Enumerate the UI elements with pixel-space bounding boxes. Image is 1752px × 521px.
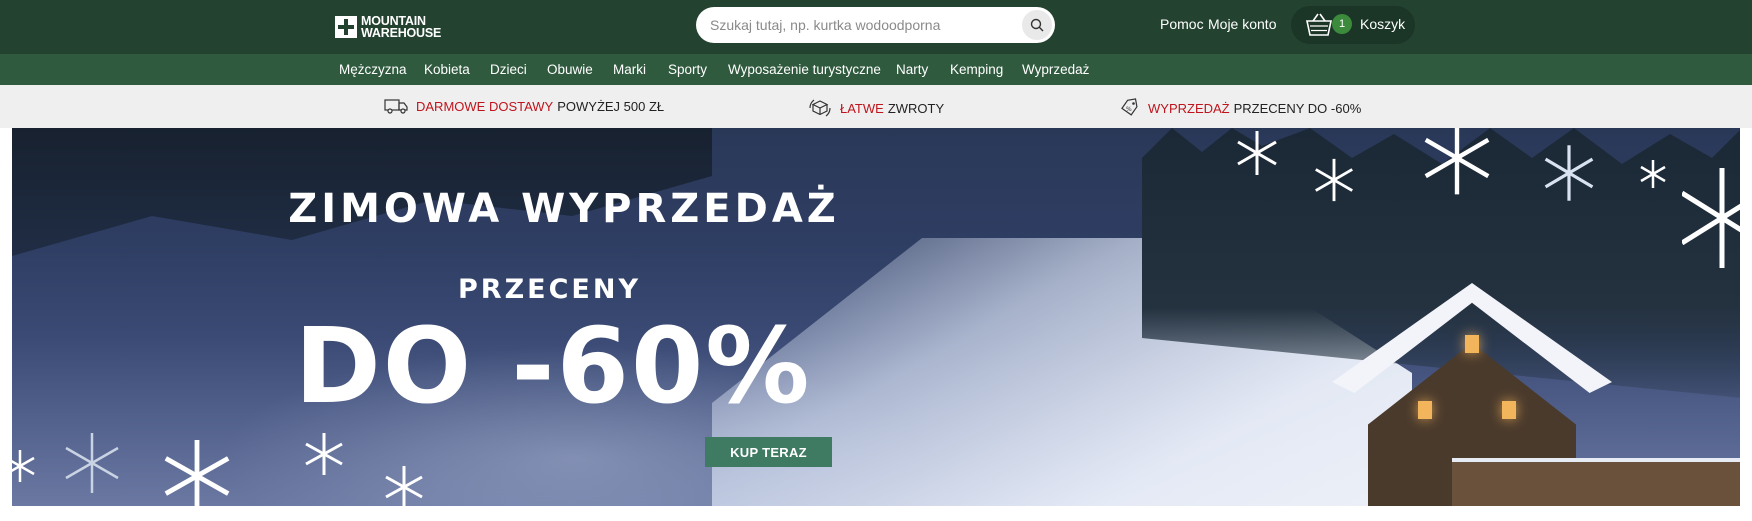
- benefit-text: PRZECENY DO -60%: [1233, 100, 1362, 116]
- snowflake-icon: [12, 450, 35, 482]
- snowflake-icon: [1682, 168, 1740, 268]
- benefit-sale[interactable]: % WYPRZEDAŻ PRZECENY DO -60%: [1120, 98, 1361, 118]
- cart-label: Koszyk: [1360, 16, 1406, 32]
- main-navigation: Mężczyzna Kobieta Dzieci Obuwie Marki Sp…: [0, 54, 1752, 85]
- sale-tag-icon: %: [1121, 98, 1138, 116]
- cabin-window: [1502, 401, 1516, 419]
- snowflake-icon: [1544, 145, 1594, 201]
- benefit-highlight: DARMOWE DOSTAWY: [416, 98, 554, 114]
- truck-icon: [384, 99, 408, 114]
- snowflake-icon: [305, 433, 343, 475]
- hero-banner[interactable]: ZIMOWA WYPRZEDAŻ PRZECENY DO -60% KUP TE…: [12, 128, 1740, 506]
- search-button[interactable]: [1022, 10, 1052, 40]
- mountain-warehouse-logo[interactable]: MOUNTAIN WAREHOUSE: [335, 14, 441, 40]
- svg-text:%: %: [1126, 106, 1132, 113]
- help-link[interactable]: Pomoc: [1160, 16, 1204, 32]
- box-return-icon: [809, 99, 831, 117]
- top-header: MOUNTAIN WAREHOUSE Pomoc Moje konto 1 Ko…: [0, 0, 1752, 54]
- cabin-window: [1465, 335, 1479, 353]
- search-icon: [1030, 18, 1044, 32]
- basket-icon: [1306, 13, 1332, 36]
- snowflake-icon: [1315, 158, 1353, 202]
- snowflake-icon: [385, 466, 423, 506]
- logo-text: MOUNTAIN WAREHOUSE: [361, 15, 442, 40]
- hero-title: ZIMOWA WYPRZEDAŻ: [288, 186, 840, 232]
- cabin-window: [1418, 401, 1432, 419]
- search-box: [696, 7, 1055, 43]
- shop-now-button[interactable]: KUP TERAZ: [705, 437, 832, 467]
- snowflake-icon: [1237, 131, 1277, 175]
- hero-discount-text: DO -60%: [294, 305, 812, 427]
- hero-subtitle: PRZECENY: [457, 274, 641, 305]
- nav-item-narty[interactable]: Narty: [896, 62, 928, 77]
- nav-item-sporty[interactable]: Sporty: [668, 62, 707, 77]
- snowflake-icon: [164, 440, 230, 506]
- benefit-highlight: ŁATWE: [840, 100, 884, 116]
- nav-item-dzieci[interactable]: Dzieci: [490, 62, 527, 77]
- cart-button[interactable]: 1 Koszyk: [1291, 6, 1415, 44]
- logo-line-2: WAREHOUSE: [361, 26, 442, 40]
- search-input[interactable]: [710, 7, 1010, 43]
- nav-item-kemping[interactable]: Kemping: [950, 62, 1003, 77]
- benefit-text: ZWROTY: [887, 100, 945, 116]
- benefit-highlight: WYPRZEDAŻ: [1148, 100, 1230, 116]
- benefits-bar: DARMOWE DOSTAWY POWYŻEJ 500 ZŁ ŁATWE ZWR…: [0, 85, 1752, 128]
- account-link[interactable]: Moje konto: [1208, 16, 1276, 32]
- nav-item-wyposazenie-turystyczne[interactable]: Wyposażenie turystyczne: [728, 62, 881, 77]
- nav-item-wyprzedaz[interactable]: Wyprzedaż: [1022, 62, 1089, 77]
- benefit-text: POWYŻEJ 500 ZŁ: [557, 98, 665, 114]
- nav-item-kobieta[interactable]: Kobieta: [424, 62, 470, 77]
- nav-item-mezczyzna[interactable]: Mężczyzna: [339, 62, 407, 77]
- benefit-free-delivery[interactable]: DARMOWE DOSTAWY POWYŻEJ 500 ZŁ: [384, 98, 664, 114]
- nav-item-obuwie[interactable]: Obuwie: [547, 62, 593, 77]
- snowflake-icon: [1640, 160, 1666, 188]
- cart-count-badge: 1: [1332, 14, 1352, 34]
- snowflake-icon: [1424, 128, 1490, 195]
- logo-cross-icon: [335, 16, 357, 38]
- snowflake-icon: [65, 433, 119, 493]
- nav-item-marki[interactable]: Marki: [613, 62, 646, 77]
- cabin-deck: [1452, 458, 1740, 506]
- benefit-easy-returns[interactable]: ŁATWE ZWROTY: [808, 98, 944, 118]
